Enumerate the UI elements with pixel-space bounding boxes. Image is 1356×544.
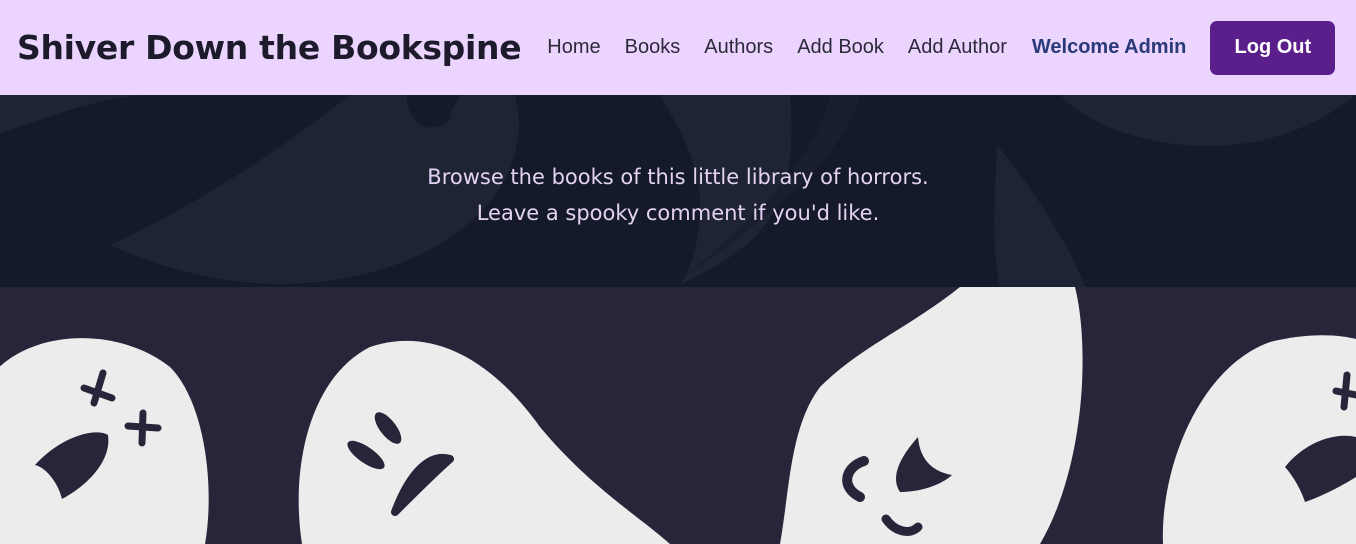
ghost-angry-icon [298,340,670,544]
nav-link-home[interactable]: Home [547,36,600,59]
ghost-laughing-icon [780,287,1083,544]
tagline-line-2: Leave a spooky comment if you'd like. [476,201,880,225]
nav-link-add-author[interactable]: Add Author [908,36,1007,59]
ghost-dizzy-partial-icon [1162,335,1356,544]
ghost-dizzy-icon [0,338,209,544]
nav-link-authors[interactable]: Authors [704,36,773,59]
welcome-message: Welcome Admin [1031,36,1187,58]
top-navbar: Shiver Down the Bookspine Home Books Aut… [0,0,1356,95]
hero-tagline: Browse the books of this little library … [0,159,1356,231]
nav-link-books[interactable]: Books [625,36,681,59]
site-title[interactable]: Shiver Down the Bookspine [17,28,522,67]
ghost-pattern-section [0,287,1356,544]
logout-button[interactable]: Log Out [1210,20,1336,75]
ghost-pattern [0,287,1356,544]
hero-banner: Browse the books of this little library … [0,95,1356,287]
nav-links: Home Books Authors Add Book Add Author W… [547,20,1336,75]
nav-link-add-book[interactable]: Add Book [797,36,884,59]
tagline-line-1: Browse the books of this little library … [427,165,929,189]
